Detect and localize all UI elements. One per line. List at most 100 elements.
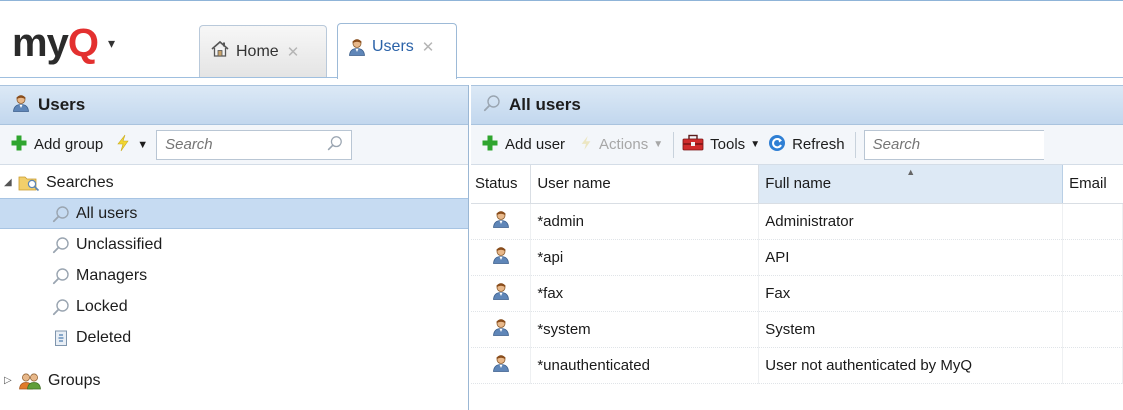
full-name-cell: Administrator: [758, 203, 1064, 240]
refresh-button[interactable]: Refresh: [768, 134, 845, 156]
tree-item-label: Locked: [76, 297, 128, 315]
table-row[interactable]: *admin Administrator: [471, 203, 1123, 240]
tree-item-label: Deleted: [76, 328, 132, 346]
tree-item-deleted[interactable]: Deleted: [0, 322, 468, 353]
lightning-icon: [115, 134, 131, 156]
email-cell: [1062, 347, 1123, 384]
add-group-button[interactable]: Add group: [10, 134, 103, 156]
close-icon[interactable]: ✕: [422, 38, 435, 56]
status-cell: [471, 347, 532, 384]
search-icon: [483, 94, 501, 117]
actions-dropdown-button[interactable]: ▼: [115, 134, 148, 156]
top-bar: myQ ▾ Home ✕ Users ✕: [0, 0, 1123, 79]
tree-item-searches[interactable]: ◢ Searches: [0, 167, 468, 198]
user-name-cell: *fax: [530, 275, 760, 312]
tab-users-label: Users: [372, 38, 414, 55]
search-icon[interactable]: [327, 135, 343, 155]
toolbar-separator: [673, 131, 675, 158]
search-icon: [52, 205, 70, 223]
home-icon: [210, 39, 230, 64]
full-name-cell: User not authenticated by MyQ: [758, 347, 1064, 384]
email-cell: [1062, 203, 1123, 240]
user-icon: [12, 94, 30, 117]
refresh-label: Refresh: [792, 136, 845, 153]
email-cell: [1062, 311, 1123, 348]
full-name-cell: API: [758, 239, 1064, 276]
status-cell: [471, 311, 532, 348]
tools-label: Tools: [710, 136, 746, 153]
search-icon: [52, 267, 70, 285]
column-header-full-name[interactable]: ▲ Full name: [758, 165, 1064, 204]
actions-label: Actions: [599, 136, 649, 153]
group-search-field[interactable]: [156, 129, 353, 160]
search-icon: [52, 298, 70, 316]
tree-item-unclassified[interactable]: Unclassified: [0, 229, 468, 260]
table-row[interactable]: *fax Fax: [471, 275, 1123, 312]
user-icon: [492, 323, 510, 340]
left-panel-title: Users: [38, 95, 86, 114]
chevron-down-icon[interactable]: ▾: [108, 35, 115, 52]
tree-item-groups[interactable]: ▷ Groups: [0, 365, 468, 396]
user-icon: [492, 287, 510, 304]
expanded-triangle-icon[interactable]: ◢: [4, 177, 18, 188]
chevron-down-icon: ▼: [750, 139, 761, 150]
tools-button[interactable]: Tools ▼: [682, 134, 760, 156]
tree-item-label: Managers: [76, 266, 148, 284]
close-icon[interactable]: ✕: [287, 43, 300, 61]
search-icon: [52, 236, 70, 254]
chevron-down-icon: ▼: [137, 138, 149, 151]
user-search-field[interactable]: [863, 129, 1044, 160]
column-header-email[interactable]: Email: [1062, 165, 1123, 204]
toolbar-separator: [854, 131, 856, 158]
navigation-tree: ◢ Searches All users Unclassified Manage…: [0, 165, 468, 396]
add-user-button[interactable]: Add user: [481, 134, 565, 156]
refresh-icon: [768, 134, 786, 156]
tab-home[interactable]: Home ✕: [199, 25, 327, 77]
tree-item-label: Unclassified: [76, 235, 163, 253]
tree-item-label: Searches: [46, 173, 114, 191]
status-cell: [471, 203, 532, 240]
status-cell: [471, 239, 532, 276]
user-icon: [492, 251, 510, 268]
collapsed-triangle-icon[interactable]: ▷: [4, 375, 18, 386]
group-search-input[interactable]: [165, 136, 328, 153]
email-cell: [1062, 239, 1123, 276]
user-name-cell: *system: [530, 311, 760, 348]
app-logo-menu[interactable]: myQ ▾: [12, 23, 115, 63]
actions-button[interactable]: Actions ▼: [579, 134, 663, 156]
plus-icon: [481, 134, 499, 156]
table-header-row: Status User name ▲ Full name Email: [471, 165, 1123, 204]
tree-item-label: All users: [76, 204, 138, 222]
user-icon: [492, 215, 510, 232]
email-cell: [1062, 275, 1123, 312]
user-search-input[interactable]: [872, 136, 1036, 153]
left-panel-header: Users: [0, 85, 468, 125]
user-icon: [348, 38, 366, 61]
tree-item-label: Groups: [48, 371, 101, 389]
tree-item-managers[interactable]: Managers: [0, 260, 468, 291]
table-row[interactable]: *unauthenticated User not authenticated …: [471, 347, 1123, 384]
group-icon: [18, 372, 42, 390]
full-name-cell: System: [758, 311, 1064, 348]
table-row[interactable]: *api API: [471, 239, 1123, 276]
column-header-user-name[interactable]: User name: [530, 165, 760, 204]
add-user-label: Add user: [505, 136, 566, 153]
recycle-bin-icon: [52, 329, 70, 347]
table-row[interactable]: *system System: [471, 311, 1123, 348]
users-table: Status User name ▲ Full name Email *admi…: [471, 165, 1123, 384]
sort-ascending-icon: ▲: [906, 167, 916, 177]
logo: myQ: [12, 21, 99, 65]
left-toolbar: Add group ▼: [0, 125, 468, 165]
toolbox-icon: [682, 134, 704, 156]
user-icon: [492, 359, 510, 376]
column-header-status[interactable]: Status: [471, 165, 532, 204]
tree-item-all-users[interactable]: All users: [0, 198, 468, 229]
tree-item-locked[interactable]: Locked: [0, 291, 468, 322]
status-cell: [471, 275, 532, 312]
chevron-down-icon: ▼: [653, 139, 664, 150]
add-group-label: Add group: [34, 136, 104, 153]
tab-users[interactable]: Users ✕: [337, 23, 457, 79]
folder-search-icon: [18, 174, 40, 192]
plus-icon: [10, 134, 28, 156]
right-panel-header: All users: [471, 85, 1123, 125]
